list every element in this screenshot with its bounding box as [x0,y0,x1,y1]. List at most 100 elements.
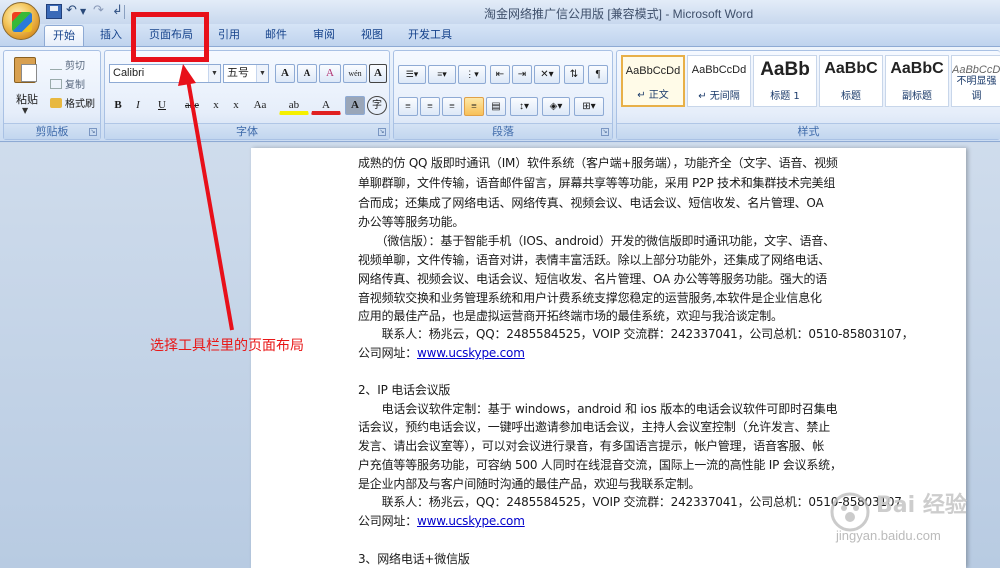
superscript-button[interactable]: x [227,96,245,115]
paste-dropdown-icon[interactable]: ▼ [22,106,28,115]
strikethrough-button[interactable]: abe [179,96,205,115]
style-subtle-emphasis[interactable]: AaBbCcDc 不明显强调 [951,55,1000,107]
style-heading-1[interactable]: AaBb 标题 1 [753,55,817,107]
chevron-down-icon[interactable]: ▼ [256,65,268,82]
style-sample: AaBbCcDd [625,65,681,77]
distributed-icon[interactable]: ▤ [486,97,506,116]
scissors-icon [50,60,62,70]
multilevel-list-icon[interactable]: ⋮▾ [458,65,486,84]
section-heading: 2、IP 电话会议版 [358,383,451,397]
paragraph-group: ☰▾ ≡▾ ⋮▾ ⇤ ⇥ ✕▾ ⇅ ¶ ≡ ≡ ≡ ≡ ▤ ↕▾ ◈▾ ⊞▾ 段… [393,50,613,140]
qat-separator [124,5,125,19]
highlight-box [131,12,209,62]
font-size-combo[interactable]: 五号 ▼ [223,64,269,83]
document-line: 单聊群聊，文件传输，语音邮件留言，屏幕共享等等功能，采用 P2P 技术和集群技术… [358,176,836,190]
style-normal[interactable]: AaBbCcDd ↵ 正文 [621,55,685,107]
paste-icon[interactable] [14,57,37,83]
clear-format-button[interactable]: A [319,64,341,83]
grow-font-button[interactable]: A [275,64,295,83]
show-marks-icon[interactable]: ¶ [588,65,608,84]
bullets-icon[interactable]: ☰▾ [398,65,426,84]
annotation-text: 选择工具栏里的页面布局 [150,338,304,354]
format-painter-button[interactable]: 格式刷 [50,95,95,110]
enclose-characters-button[interactable]: 字 [367,96,387,115]
document-line: 是企业内部及与客户间随时沟通的最佳产品，欢迎与我联系定制。 [358,477,701,491]
paragraph-launcher-icon[interactable]: ↘ [601,128,609,136]
website-link[interactable]: www.ucskype.com [417,346,525,360]
copy-icon [50,79,62,89]
copy-button[interactable]: 复制 [50,76,85,91]
phonetic-guide-button[interactable]: wén [343,64,367,83]
numbering-icon[interactable]: ≡▾ [428,65,456,84]
highlight-button[interactable]: ab [279,96,309,115]
align-center-icon[interactable]: ≡ [420,97,440,116]
sort-icon[interactable]: ⇅ [564,65,584,84]
document-line: 合而成；还集成了网络电话、网络传真、视频会议、电话会议、短信收发、名片管理、OA [358,196,824,210]
tab-home[interactable]: 开始 [44,25,84,46]
asian-layout-icon[interactable]: ✕▾ [534,65,560,84]
increase-indent-icon[interactable]: ⇥ [512,65,532,84]
style-name: 副标题 [902,91,932,102]
style-sample: AaBb [760,59,810,80]
font-color-button[interactable]: A [311,96,341,115]
character-shading-button[interactable]: A [345,96,365,115]
style-title[interactable]: AaBbC 标题 [819,55,883,107]
document-line: 成熟的仿 QQ 版即时通讯（IM）软件系统（客户端+服务端），功能齐全（文字、语… [358,156,838,170]
style-sample: AaBbC [890,60,944,77]
shading-icon[interactable]: ◈▾ [542,97,570,116]
underline-button[interactable]: U [149,96,175,115]
style-name: ↵ 无间隔 [698,91,740,102]
save-icon[interactable] [46,4,62,19]
undo-dropdown-icon[interactable]: ▼ [80,7,86,25]
tab-view[interactable]: 视图 [354,25,390,46]
align-right-icon[interactable]: ≡ [442,97,462,116]
style-name: 不明显强调 [956,76,997,102]
chevron-down-icon[interactable]: ▼ [208,65,220,82]
subscript-button[interactable]: x [207,96,225,115]
cut-label: 剪切 [65,61,85,72]
watermark-url: jingyan.baidu.com [836,528,941,543]
style-name: 标题 [841,91,861,102]
document-line: （微信版）：基于智能手机（IOS、android）开发的微信版即时通讯功能，文字… [358,234,836,248]
shrink-font-button[interactable]: A [297,64,317,83]
redo-icon[interactable]: ↷ [93,3,104,21]
align-left-icon[interactable]: ≡ [398,97,418,116]
document-line: 户充值等等服务功能，可容纳 500 人同时在线混音交流，国际上一流的高性能 IP… [358,458,842,472]
document-line: 音视频软交换和业务管理系统和用户计费系统支撑您稳定的运营服务,本软件是企业信息化 [358,291,822,305]
office-button[interactable] [2,2,40,40]
tab-review[interactable]: 审阅 [306,25,342,46]
font-name-combo[interactable]: Calibri ▼ [109,64,221,83]
style-sample: AaBbCcDd [691,64,747,76]
style-subtitle[interactable]: AaBbC 副标题 [885,55,949,107]
document-line: 话会议，预约电话会议，一键呼出邀请参加电话会议，主持人会议室控制（允许发言、禁止 [358,420,831,434]
font-size-value: 五号 [227,67,249,79]
document-line: 联系人：杨兆云，QQ：2485584525，VOIP 交流群：242337041… [358,327,914,341]
website-link[interactable]: www.ucskype.com [417,514,525,528]
font-launcher-icon[interactable]: ↘ [378,128,386,136]
section-heading: 3、网络电话+微信版 [358,552,470,566]
style-no-spacing[interactable]: AaBbCcDd ↵ 无间隔 [687,55,751,107]
styles-group-label: 样式 [617,123,1000,139]
tab-developer[interactable]: 开发工具 [402,25,458,46]
line-spacing-icon[interactable]: ↕▾ [510,97,538,116]
change-case-button[interactable]: Aa [247,96,273,115]
bold-button[interactable]: B [109,96,127,115]
justify-icon[interactable]: ≡ [464,97,484,116]
font-name-value: Calibri [113,67,145,79]
undo-icon[interactable]: ↶ [66,3,77,21]
paste-button[interactable]: 粘贴 [16,91,38,107]
decrease-indent-icon[interactable]: ⇤ [490,65,510,84]
document-line: 网络传真、视频会议、电话会议、短信收发、名片管理、OA 办公等等服务功能。强大的… [358,272,828,286]
tab-mailings[interactable]: 邮件 [258,25,294,46]
customize-qat-icon[interactable]: ↲ [112,3,123,21]
character-border-button[interactable]: A [369,64,387,83]
clipboard-group: 粘贴 ▼ 剪切 复制 格式刷 剪贴板 ↘ [3,50,101,140]
tab-insert[interactable]: 插入 [92,25,130,46]
tab-references[interactable]: 引用 [212,25,246,46]
cut-button[interactable]: 剪切 [50,57,85,72]
url-label: 公司网址： [358,514,418,528]
document-line: 视频单聊，文件传输，语音对讲，表情丰富活跃。除以上部分功能外，还集成了网络电话、 [358,253,831,267]
italic-button[interactable]: I [129,96,147,115]
borders-icon[interactable]: ⊞▾ [574,97,604,116]
clipboard-launcher-icon[interactable]: ↘ [89,128,97,136]
